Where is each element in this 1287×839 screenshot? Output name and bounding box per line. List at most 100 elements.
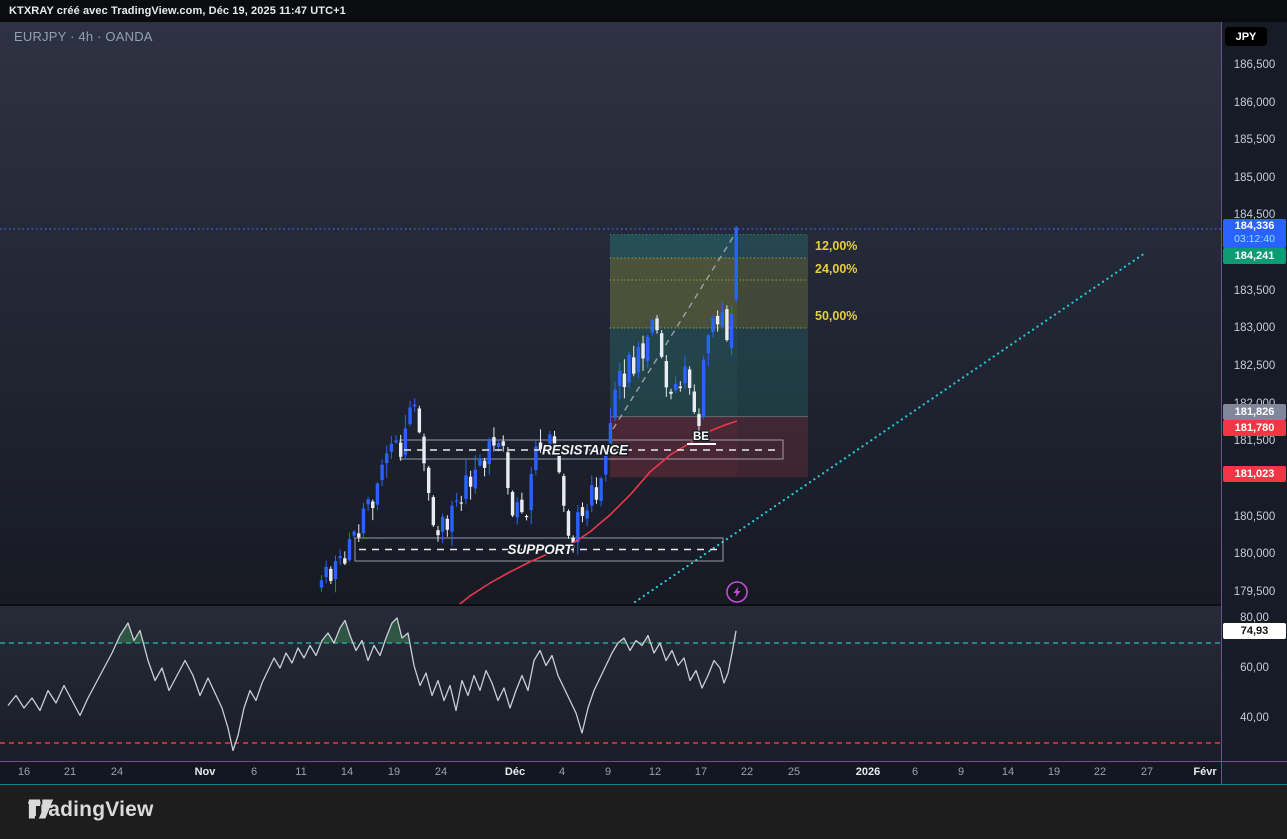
price-axis-label: 179,500 (1222, 586, 1287, 598)
candle-body (394, 440, 397, 442)
candle-body (595, 487, 598, 500)
candle-body (646, 337, 649, 361)
price-axis-label: 185,500 (1222, 134, 1287, 146)
candle-body (725, 309, 728, 340)
candle-body (320, 580, 323, 587)
candle-body (665, 361, 668, 387)
lightning-marker[interactable] (727, 582, 747, 602)
candle-body (520, 500, 523, 512)
position-percent-label: 24,00% (815, 262, 857, 276)
candle-body (576, 512, 579, 542)
price-axis-label: 180,000 (1222, 548, 1287, 560)
rsi-pane[interactable] (0, 606, 1221, 762)
symbol-title[interactable]: EURJPY · 4h · OANDA (14, 29, 153, 44)
candle-body (408, 407, 411, 424)
position-percent-label: 50,00% (815, 309, 857, 323)
time-axis-label: Nov (195, 766, 216, 778)
break-even-label: BE (693, 431, 709, 443)
candle-body (516, 502, 519, 517)
candle-body (483, 461, 486, 468)
position-zone-extension (737, 280, 808, 328)
price-axis[interactable]: JPY 186,500186,000185,500185,000184,5001… (1221, 22, 1287, 785)
price-axis-label: 180,500 (1222, 511, 1287, 523)
rsi-line[interactable] (8, 618, 736, 751)
candle-body (585, 510, 588, 518)
candle-body (502, 441, 505, 446)
candle-body (693, 392, 696, 412)
time-axis-label: 17 (695, 766, 707, 778)
candle-body (599, 478, 602, 501)
position-zone-extension (737, 258, 808, 280)
time-axis[interactable]: 162124Nov611141924Déc4912172225202669141… (0, 762, 1221, 785)
candle-body (632, 357, 635, 373)
candle-body (488, 441, 491, 464)
candle-body (436, 530, 439, 535)
rsi-overbought-fill (8, 618, 736, 751)
support-label: SUPPORT (507, 542, 574, 557)
price-axis-label: 186,500 (1222, 59, 1287, 71)
position-zone (610, 417, 737, 478)
footer: TradingView (0, 785, 1287, 839)
price-chart-canvas[interactable]: RESISTANCE SUPPORT BE 12,00% 24,00% 50,00% (0, 22, 1221, 604)
candle-body (530, 474, 533, 510)
time-axis-label: 11 (295, 766, 306, 778)
current-price-badge-line1: 184,336 (1223, 220, 1286, 233)
candle-body (688, 369, 691, 388)
time-axis-top-border (0, 761, 1287, 762)
candle-body (464, 475, 467, 499)
price-pane[interactable]: RESISTANCE SUPPORT BE 12,00% 24,00% 50,00% EU… (0, 22, 1221, 604)
candle-body (455, 500, 458, 501)
candle-body (404, 429, 407, 456)
candle-body (376, 483, 379, 504)
time-axis-label: 27 (1141, 766, 1153, 778)
resistance-label: RESISTANCE (542, 443, 629, 458)
candle-body (641, 343, 644, 358)
candle-body (385, 453, 388, 463)
candle-body (525, 516, 528, 517)
candle-body (390, 444, 393, 452)
time-axis-label: 9 (605, 766, 611, 778)
candle-body (581, 507, 584, 516)
candle-body (669, 392, 672, 394)
time-axis-label: 16 (18, 766, 30, 778)
candle-body (324, 567, 327, 577)
candle-body (338, 556, 341, 558)
position-target-badge: 184,241 (1223, 248, 1286, 264)
position-zone (610, 258, 737, 280)
candle-body (683, 366, 686, 383)
attribution-text: KTXRAY créé avec TradingView.com, Déc 19… (9, 5, 346, 17)
candle-body (590, 485, 593, 506)
candle-body (623, 374, 626, 387)
candle-body (343, 558, 346, 563)
candle-body (716, 316, 719, 324)
position-zone (610, 235, 737, 258)
rsi-chart-canvas[interactable] (0, 606, 1221, 762)
position-entry-badge-line1: 181,826 (1223, 406, 1286, 419)
candle-body (618, 371, 621, 386)
ma-value-badge: 181,780 (1223, 420, 1286, 436)
candle-body (446, 519, 449, 530)
position-percent-label: 12,00% (815, 239, 857, 253)
candle-body (478, 459, 481, 466)
time-axis-label: 4 (559, 766, 565, 778)
price-axis-label: 186,000 (1222, 97, 1287, 109)
time-axis-label: Déc (505, 766, 525, 778)
candle-body (735, 227, 738, 299)
price-axis-label: 183,500 (1222, 285, 1287, 297)
candle-body (679, 387, 682, 389)
candle-body (721, 312, 724, 326)
candle-body (469, 477, 472, 487)
candle-body (651, 320, 654, 332)
candle-body (418, 408, 421, 432)
time-axis-label: Févr (1193, 766, 1216, 778)
candle-body (562, 476, 565, 506)
candle-body (674, 384, 677, 390)
candle-body (450, 506, 453, 532)
candle-body (707, 335, 710, 353)
candle-body (399, 443, 402, 457)
currency-toggle-button[interactable]: JPY (1225, 27, 1267, 46)
candle-body (366, 499, 369, 504)
candle-body (613, 390, 616, 418)
time-axis-label: 22 (741, 766, 753, 778)
price-axis-label: 185,000 (1222, 172, 1287, 184)
